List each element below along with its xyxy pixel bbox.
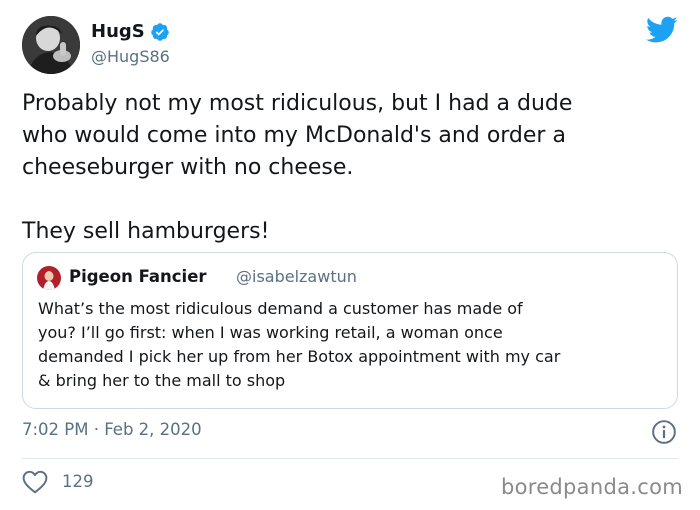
- quoted-text-line: What’s the most ridiculous demand a cust…: [38, 299, 523, 318]
- verified-badge-icon: [150, 22, 169, 41]
- like-count: 129: [62, 472, 94, 491]
- quoted-tweet-card[interactable]: Pigeon Fancier @isabelzawtun What’s the …: [22, 252, 678, 409]
- author-avatar[interactable]: [22, 16, 80, 74]
- twitter-bird-icon[interactable]: [646, 16, 678, 44]
- tweet-text-line: who would come into my McDonald's and or…: [22, 123, 566, 148]
- quoted-text-line: demanded I pick her up from her Botox ap…: [38, 347, 561, 366]
- quoted-author-avatar: [37, 266, 61, 290]
- quoted-text-line: you? I’ll go first: when I was working r…: [38, 323, 503, 342]
- quoted-author-handle[interactable]: @isabelzawtun: [236, 267, 357, 286]
- author-name-row: HugS: [91, 21, 170, 42]
- tweet-text: Probably not my most ridiculous, but I h…: [22, 88, 682, 248]
- tweet-text-line: They sell hamburgers!: [22, 219, 270, 244]
- quoted-text-line: & bring her to the mall to shop: [38, 371, 286, 390]
- quoted-tweet-text: What’s the most ridiculous demand a cust…: [38, 297, 668, 393]
- action-divider: [22, 458, 678, 459]
- tweet-text-line: cheeseburger with no cheese.: [22, 155, 354, 180]
- watermark: boredpanda.com: [500, 475, 683, 499]
- info-icon[interactable]: [651, 419, 677, 445]
- author-display-name[interactable]: HugS: [91, 21, 145, 42]
- author-handle[interactable]: @HugS86: [91, 47, 170, 66]
- quoted-author-name[interactable]: Pigeon Fancier: [69, 267, 207, 286]
- heart-icon[interactable]: [22, 470, 48, 494]
- tweet-timestamp[interactable]: 7:02 PM · Feb 2, 2020: [22, 420, 202, 439]
- tweet-text-line: Probably not my most ridiculous, but I h…: [22, 91, 573, 116]
